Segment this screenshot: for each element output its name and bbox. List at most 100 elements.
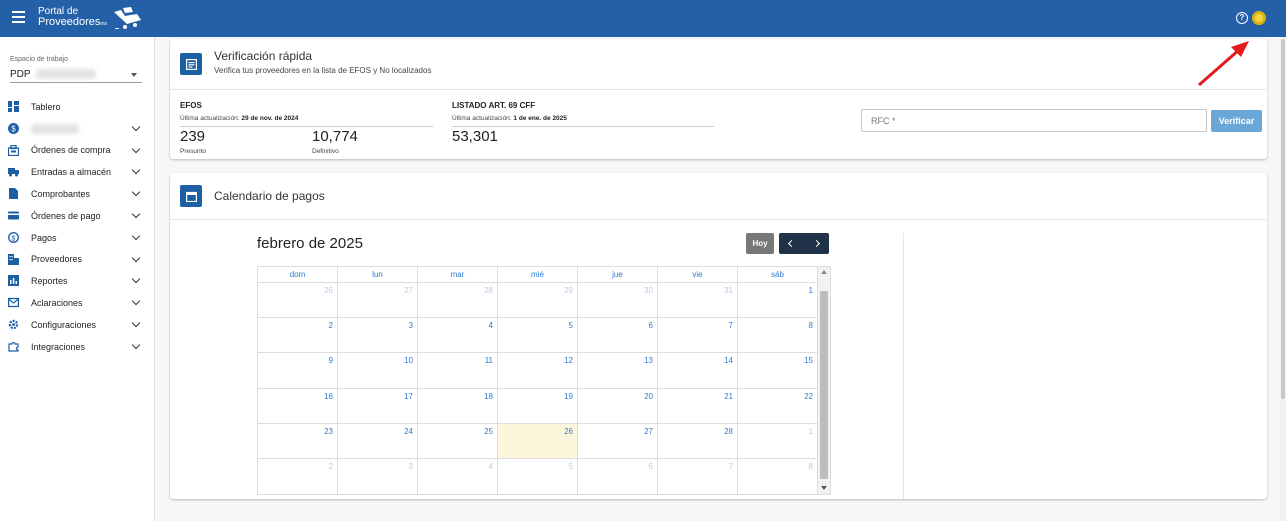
scrollbar-thumb[interactable] [1281,39,1285,399]
calendar-day[interactable]: 12 [498,353,578,388]
verificacion-card: Verificación rápida Verifica tus proveed… [170,39,1267,159]
calendar-day[interactable]: 4 [418,318,498,353]
calendar-day[interactable]: 14 [658,353,738,388]
calendar-day[interactable]: 15 [738,353,818,388]
workspace-select[interactable]: PDP [10,67,142,83]
calendar-day[interactable]: 6 [578,459,658,495]
sidebar-item-tablero[interactable]: Tablero [0,96,155,118]
day-number: 25 [484,426,493,436]
sidebar-item-pagos[interactable]: $ Pagos [0,227,155,249]
calendar-day[interactable]: 1 [738,283,818,318]
calendar-day[interactable]: 8 [738,459,818,495]
calendar-day[interactable]: 4 [418,459,498,495]
calendar-week: 9 10 11 12 13 14 15 [258,353,818,389]
calendar-day[interactable]: 24 [338,423,418,458]
calendar-day[interactable]: 19 [498,388,578,423]
calendar-day[interactable]: 9 [258,353,338,388]
calendar-day[interactable]: 13 [578,353,658,388]
scroll-down-icon[interactable] [821,486,827,490]
weekday-label: mié [498,267,578,282]
calendar-scrollbar[interactable] [818,267,830,494]
next-month-button[interactable] [804,233,829,254]
calendar-day-today[interactable]: 26 [498,423,578,458]
calendar-day[interactable]: 7 [658,459,738,495]
calendar-day[interactable]: 6 [578,318,658,353]
calendar-day[interactable]: 1 [738,423,818,458]
day-number: 3 [408,462,413,471]
cart-icon [8,144,19,156]
credit-card-icon [8,210,19,221]
calendar-day[interactable]: 17 [338,388,418,423]
chevron-down-icon [131,296,141,306]
day-number: 20 [644,391,653,401]
calendar-day[interactable]: 31 [658,283,738,318]
sidebar-item-label: Tablero [31,101,61,112]
menu-icon[interactable] [12,11,25,23]
weekday-label: lun [338,267,418,282]
sidebar-item-proveedores[interactable]: Proveedores [0,249,155,271]
chevron-down-icon [131,231,141,241]
efos-update-date: 29 de nov. de 2024 [241,115,299,122]
calendar-day[interactable]: 23 [258,423,338,458]
day-number: 3 [408,321,413,331]
page-scrollbar[interactable] [1280,37,1286,521]
scroll-up-icon[interactable] [821,270,827,274]
sidebar-item-integraciones[interactable]: Integraciones [0,336,155,358]
rfc-input[interactable] [861,109,1207,132]
day-number: 26 [564,426,573,436]
sidebar-item-configuraciones[interactable]: Configuraciones [0,314,155,336]
calendar-day[interactable]: 27 [578,423,658,458]
logo[interactable]: Portal de Proveedoresmx [38,4,145,32]
calendar-day[interactable]: 16 [258,388,338,423]
calendar-day[interactable]: 2 [258,318,338,353]
calendar-day[interactable]: 5 [498,318,578,353]
calendar-day[interactable]: 7 [658,318,738,353]
help-icon[interactable]: ? [1236,12,1248,24]
sidebar-item-comprobantes[interactable]: Comprobantes [0,183,155,205]
calendar-day[interactable]: 22 [738,388,818,423]
day-number: 16 [324,391,333,401]
sidebar-item-label: Entradas a almacén [31,167,112,178]
dollar-circle-icon: $ [8,231,19,243]
calendar-day[interactable]: 5 [498,459,578,495]
calendar-icon [180,185,202,207]
calendar-day[interactable]: 26 [258,283,338,318]
chevron-down-icon [131,122,141,132]
chevron-down-icon [131,318,141,328]
calendar-day[interactable]: 25 [418,423,498,458]
calendar-day[interactable]: 3 [338,318,418,353]
calendar-day[interactable]: 29 [498,283,578,318]
sidebar-item-aclaraciones[interactable]: Aclaraciones [0,292,155,314]
calendar-day[interactable]: 10 [338,353,418,388]
sidebar-item-ordenes-pago[interactable]: Órdenes de pago [0,205,155,227]
calendar-day[interactable]: 27 [338,283,418,318]
sidebar-item-ordenes-compra[interactable]: Órdenes de compra [0,140,155,162]
calendar-day[interactable]: 2 [258,459,338,495]
calendar-day[interactable]: 21 [658,388,738,423]
calendar-day[interactable]: 8 [738,318,818,353]
calendar-day[interactable]: 28 [658,423,738,458]
calendar-day[interactable]: 3 [338,459,418,495]
user-avatar-icon[interactable] [1252,11,1266,25]
calendar-day[interactable]: 11 [418,353,498,388]
weekday-label: dom [258,267,338,282]
day-number: 6 [648,462,653,471]
calendar-day[interactable]: 18 [418,388,498,423]
truck-icon [8,166,19,177]
sidebar-item-redacted[interactable]: $ [0,118,155,140]
verify-button[interactable]: Verificar [1211,110,1262,132]
day-number: 9 [328,356,333,366]
chevron-down-icon [131,166,141,175]
scrollbar-thumb[interactable] [820,291,828,479]
sidebar-item-label: Comprobantes [31,189,91,200]
sidebar-item-entradas[interactable]: Entradas a almacén [0,161,155,183]
chevron-down-icon [131,187,141,197]
calendar-day[interactable]: 28 [418,283,498,318]
prev-month-button[interactable] [779,233,804,254]
sidebar-item-reportes[interactable]: Reportes [0,270,155,292]
calendar-week: 2 3 4 5 6 7 8 [258,459,818,495]
svg-text:$: $ [12,235,16,242]
today-button[interactable]: Hoy [746,233,774,254]
calendar-day[interactable]: 30 [578,283,658,318]
calendar-day[interactable]: 20 [578,388,658,423]
